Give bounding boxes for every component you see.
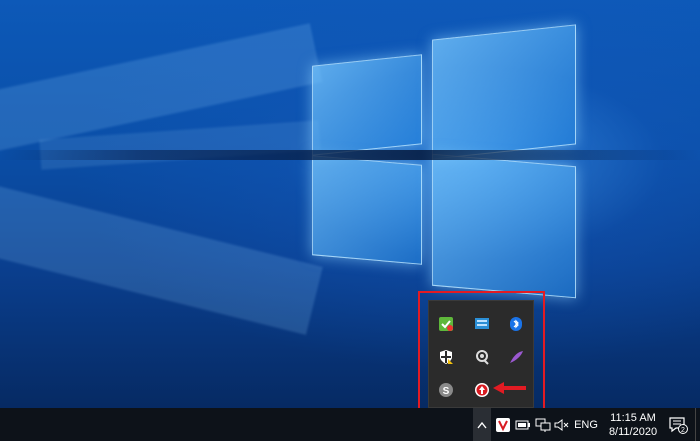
show-desktop-button[interactable] [695, 408, 700, 441]
logo-pane-top-left [312, 54, 422, 156]
battery-icon[interactable] [514, 408, 532, 441]
clock-time: 11:15 AM [610, 411, 656, 424]
clock-date: 8/11/2020 [608, 425, 658, 438]
notification-count: 2 [681, 427, 685, 434]
logo-pane-bottom-left [312, 155, 422, 265]
volume-muted-icon[interactable] [553, 408, 571, 441]
notification-icon: 2 [669, 416, 688, 434]
desktop-wallpaper [0, 0, 700, 408]
chevron-up-icon [477, 421, 487, 428]
show-hidden-icons-button[interactable] [473, 408, 491, 441]
network-icon[interactable] [534, 408, 552, 441]
highlight-box [418, 291, 545, 416]
taskbar: ENG 11:15 AM 8/11/2020 2 [0, 408, 700, 441]
action-center-button[interactable]: 2 [665, 408, 691, 441]
logo-pane-top-right [432, 24, 576, 160]
vivaldi-icon[interactable] [494, 408, 512, 441]
clock[interactable]: 11:15 AM 8/11/2020 [603, 408, 663, 441]
logo-pane-bottom-right [432, 153, 576, 299]
language-indicator[interactable]: ENG [572, 408, 600, 441]
